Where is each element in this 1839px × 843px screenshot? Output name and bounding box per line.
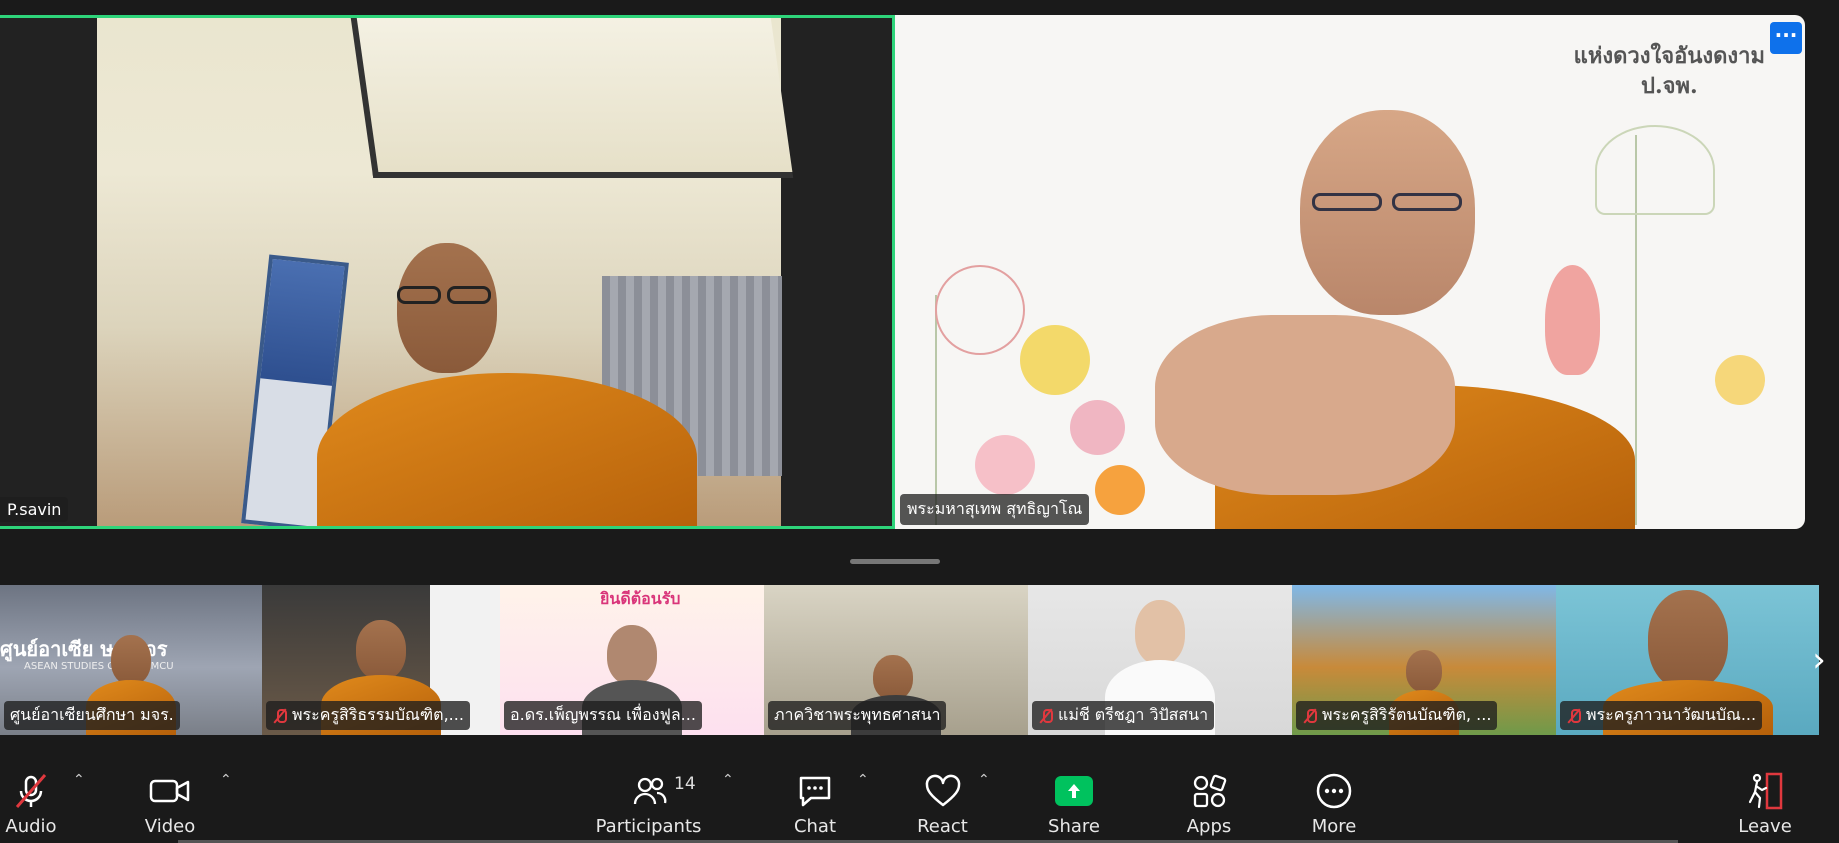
thumbnail-tile[interactable]: แม่ชี ตรีชฎา วิปัสสนา — [1028, 585, 1292, 735]
video-tile-active-speaker[interactable]: P.savin — [0, 15, 895, 529]
video-tile-participant[interactable]: แห่งดวงใจอันงดงาม ป.จพ. ··· พระมหาสุเทพ … — [895, 15, 1805, 529]
decor-flower — [1595, 125, 1715, 215]
apps-button[interactable]: Apps — [1185, 748, 1233, 843]
thumbnail-name-tag: พระครูสิริธรรมบัณฑิต,... — [266, 701, 470, 730]
video-label: Video — [144, 816, 196, 837]
thumbnail-name-tag: ศูนย์อาเซียนศึกษา มจร. — [4, 701, 180, 730]
thumbnail-name-tag: ภาควิชาพระพุทธศาสนา — [768, 701, 947, 730]
bg-text-line: แห่งดวงใจอันงดงาม — [1573, 43, 1765, 69]
next-page-chevron-icon[interactable]: › — [1799, 585, 1839, 735]
participant-head — [1300, 110, 1475, 315]
mic-muted-icon — [272, 708, 288, 724]
leave-label: Leave — [1738, 816, 1792, 837]
thumbnail-tile[interactable]: ยินดีต้อนรับ อ.ดร.เพ็ญพรรณ เพื่องฟูล... — [500, 585, 764, 735]
glasses — [447, 286, 491, 304]
video-options-chevron-icon[interactable]: ⌃ — [220, 772, 232, 788]
monk-robe — [317, 373, 697, 526]
thumbnail-tile[interactable]: พระครูสิริธรรมบัณฑิต,... — [262, 585, 500, 735]
room-ceiling — [350, 18, 794, 178]
participants-options-chevron-icon[interactable]: ⌃ — [722, 772, 734, 788]
leave-meeting-button[interactable]: Leave — [1738, 748, 1792, 843]
audio-label: Audio — [5, 816, 57, 837]
virtual-background-text: แห่งดวงใจอันงดงาม ป.จพ. — [1574, 41, 1765, 101]
thumbnail-tile[interactable]: ศูนย์อาเซีย ษา มจร ASEAN STUDIES CENTER … — [0, 585, 262, 735]
participant-name-tag: P.savin — [0, 497, 69, 522]
share-label: Share — [1048, 816, 1100, 837]
share-screen-button[interactable]: Share — [1045, 748, 1103, 843]
thumbnail-name-tag: อ.ดร.เพ็ญพรรณ เพื่องฟูล... — [504, 701, 702, 730]
decor-stem — [935, 295, 937, 525]
decor-flower — [1095, 465, 1145, 515]
glasses — [1312, 193, 1382, 211]
video-button[interactable]: Video — [140, 748, 200, 843]
mic-muted-icon — [1038, 708, 1054, 724]
thumbnail-name-tag: แม่ชี ตรีชฎา วิปัสสนา — [1032, 701, 1215, 730]
apps-icon — [1191, 766, 1227, 816]
glasses — [397, 286, 441, 304]
thumbnail-tile[interactable]: พระครูภาวนาวัฒนบัณ... — [1556, 585, 1819, 735]
exit-door-icon — [1745, 766, 1785, 816]
participants-label: Participants — [595, 816, 702, 837]
mic-muted-icon — [1566, 708, 1582, 724]
decor-flower — [1545, 265, 1600, 375]
participant-head — [397, 243, 497, 373]
react-button[interactable]: React — [915, 748, 970, 843]
thumbnail-name-tag: พระครูสิริรัตนบัณฑิต, ... — [1296, 701, 1498, 730]
more-dots-icon — [1315, 766, 1353, 816]
video-camera-icon — [149, 766, 191, 816]
decor-flower — [1715, 355, 1765, 405]
decor-flower — [1070, 400, 1125, 455]
react-label: React — [917, 816, 968, 837]
chat-label: Chat — [793, 816, 837, 837]
participant-name-tag: พระมหาสุเทพ สุทธิญาโณ — [900, 494, 1090, 525]
decor-flower — [935, 265, 1025, 355]
chat-options-chevron-icon[interactable]: ⌃ — [857, 772, 869, 788]
thumbnail-tile[interactable]: ภาควิชาพระพุทธศาสนา — [764, 585, 1028, 735]
participant-thumbnail-strip: ศูนย์อาเซีย ษา มจร ASEAN STUDIES CENTER … — [0, 585, 1839, 735]
glasses — [1392, 193, 1462, 211]
mic-muted-icon — [11, 766, 51, 816]
mic-muted-icon — [1302, 708, 1318, 724]
react-options-chevron-icon[interactable]: ⌃ — [978, 772, 990, 788]
gallery-resize-handle[interactable] — [850, 559, 940, 564]
bg-text: ยินดีต้อนรับ — [600, 589, 681, 608]
participants-count: 14 — [674, 774, 696, 794]
share-screen-icon — [1055, 766, 1093, 816]
more-button[interactable]: More — [1310, 748, 1358, 843]
decor-flower — [975, 435, 1035, 495]
thumbnail-name-tag: พระครูภาวนาวัฒนบัณ... — [1560, 701, 1763, 730]
bg-text-line: ป.จพ. — [1640, 73, 1698, 99]
participant-video-feed — [97, 18, 794, 526]
apps-label: Apps — [1186, 816, 1232, 837]
decor-flower — [1020, 325, 1090, 395]
meeting-toolbar: Audio ⌃ Video ⌃ Participants 14 ⌃ Chat ⌃ — [0, 748, 1839, 843]
participant-shoulders — [1155, 315, 1455, 495]
zoom-meeting-window: P.savin แห่งดวงใจอันงดงาม ป.จพ. ··· พระม… — [0, 0, 1839, 843]
more-options-icon[interactable]: ··· — [1770, 22, 1802, 54]
chat-button[interactable]: Chat — [790, 748, 840, 843]
more-label: More — [1311, 816, 1357, 837]
heart-icon — [924, 766, 962, 816]
audio-options-chevron-icon[interactable]: ⌃ — [73, 772, 85, 788]
participants-button[interactable]: Participants — [596, 748, 701, 843]
chat-bubble-icon — [797, 766, 833, 816]
audio-button[interactable]: Audio — [0, 748, 62, 843]
thumbnail-tile[interactable]: พระครูสิริรัตนบัณฑิต, ... — [1292, 585, 1556, 735]
